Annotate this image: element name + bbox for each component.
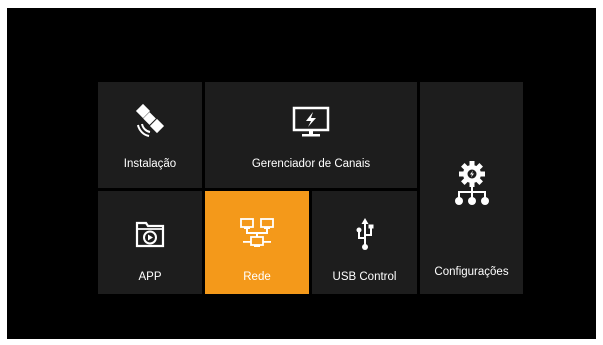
menu-tile-configuracoes[interactable]: Configurações xyxy=(420,82,523,294)
menu-tile-app[interactable]: APP xyxy=(98,191,202,294)
menu-tile-usb-control[interactable]: USB Control xyxy=(312,191,417,294)
tile-label: Rede xyxy=(243,271,271,283)
tv-monitor-icon xyxy=(292,106,330,137)
menu-tile-gerenciador-de-canais[interactable]: Gerenciador de Canais xyxy=(205,82,417,188)
tile-label: USB Control xyxy=(332,271,397,283)
network-computers-icon xyxy=(240,218,274,247)
tile-label: Gerenciador de Canais xyxy=(251,158,371,170)
gear-network-icon xyxy=(454,161,489,205)
usb-icon xyxy=(356,218,373,250)
tile-label: APP xyxy=(138,271,162,283)
app-folder-play-icon xyxy=(135,221,165,248)
menu-tile-rede[interactable]: Rede xyxy=(205,191,309,294)
menu-tile-instalacao[interactable]: Instalação xyxy=(98,82,202,188)
main-menu-screen: Instalação Gerenciador de Canais Configu… xyxy=(7,8,596,339)
tile-label: Instalação xyxy=(123,158,177,170)
tile-label: Configurações xyxy=(434,266,509,278)
satellite-icon xyxy=(135,103,165,137)
